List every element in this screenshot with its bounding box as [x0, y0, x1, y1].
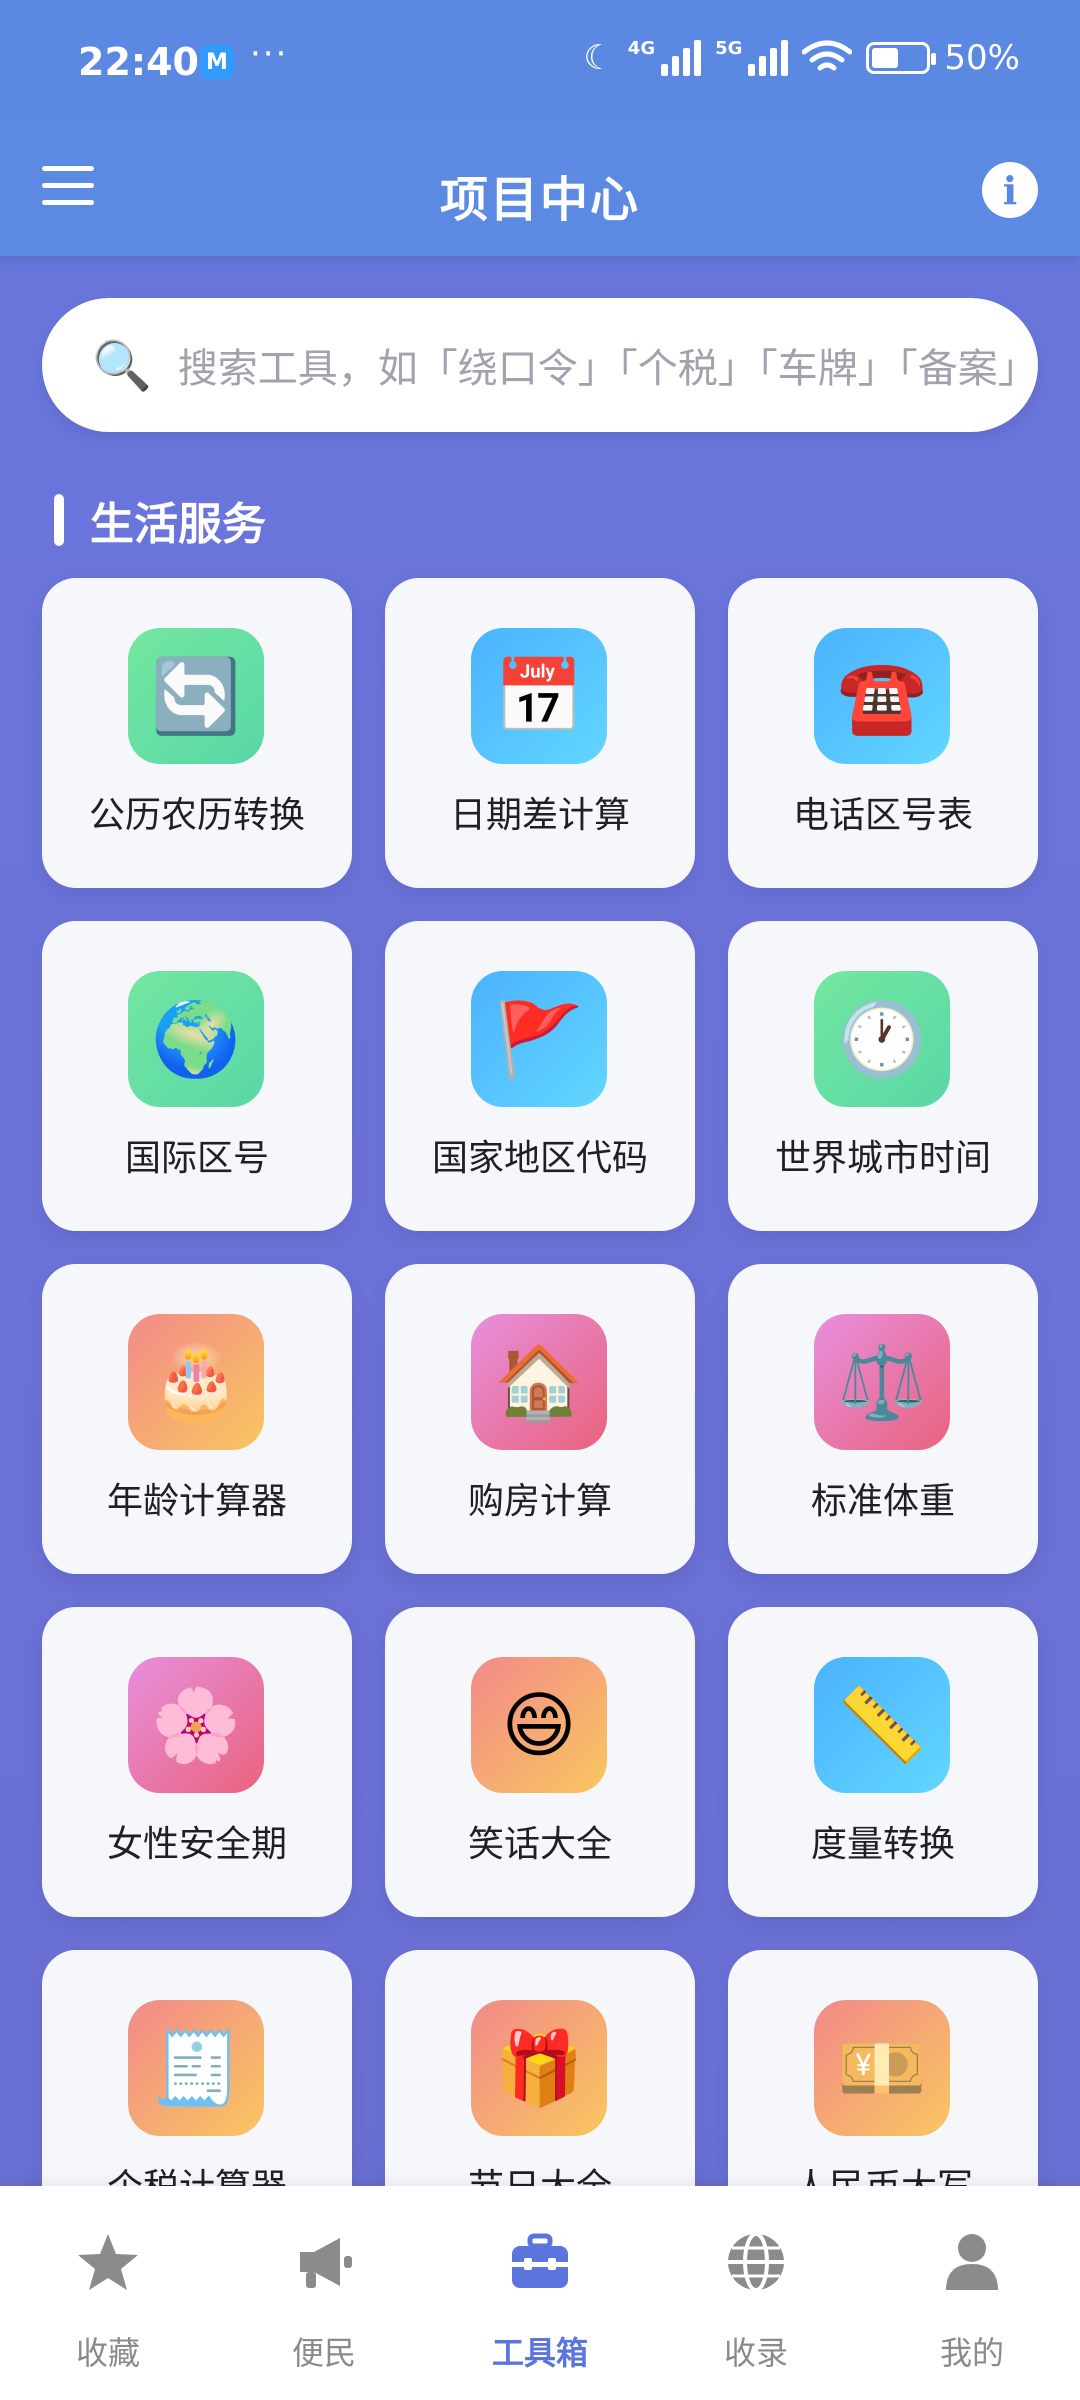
- tool-label: 日期差计算: [449, 795, 630, 836]
- network-4g-label: 4G: [627, 38, 656, 59]
- smile-icon: 😄: [471, 1657, 607, 1793]
- tool-card[interactable]: 🔄 公历农历转换: [42, 578, 352, 888]
- battery-percent: 50%: [944, 38, 1020, 78]
- telephone-icon: ☎️: [814, 628, 950, 764]
- tool-label: 标准体重: [810, 1481, 955, 1522]
- tab-3[interactable]: 工具箱: [432, 2186, 648, 2400]
- tab-5[interactable]: 我的: [864, 2186, 1080, 2400]
- info-icon[interactable]: i: [982, 162, 1038, 218]
- nav-bar: 项目中心 i: [0, 130, 1080, 256]
- globe-icon: 🌍: [128, 971, 264, 1107]
- tool-card[interactable]: 🕐 世界城市时间: [728, 921, 1038, 1231]
- tab-4[interactable]: 收录: [648, 2186, 864, 2400]
- person-icon: [940, 2230, 1004, 2294]
- globe-icon: [724, 2230, 788, 2294]
- tab-label: 收录: [723, 2334, 788, 2372]
- tool-card[interactable]: 📏 度量转换: [728, 1607, 1038, 1917]
- app-notification-icon: M: [200, 45, 234, 79]
- blossom-icon: 🌸: [128, 1657, 264, 1793]
- moon-icon: ☾: [583, 38, 614, 78]
- search-icon: 🔍: [92, 337, 152, 394]
- status-right: ☾ 4G 5G 50%: [583, 38, 1020, 78]
- flag-icon: 🚩: [471, 971, 607, 1107]
- house-icon: 🏠: [471, 1314, 607, 1450]
- tool-card[interactable]: 📅 日期差计算: [385, 578, 695, 888]
- tool-card[interactable]: 🌍 国际区号: [42, 921, 352, 1231]
- signal-5g-icon: [748, 40, 789, 76]
- tool-label: 笑话大全: [467, 1824, 612, 1865]
- tab-label: 便民: [291, 2334, 356, 2372]
- tool-card[interactable]: ⚖️ 标准体重: [728, 1264, 1038, 1574]
- scale-icon: ⚖️: [814, 1314, 950, 1450]
- tool-label: 公历农历转换: [88, 795, 305, 836]
- tool-card[interactable]: 😄 笑话大全: [385, 1607, 695, 1917]
- status-time: 22:40: [78, 40, 199, 84]
- bottom-tab-bar: 收藏 便民 工具箱 收录 我的: [0, 2186, 1080, 2400]
- tool-label: 度量转换: [810, 1824, 955, 1865]
- page-title: 项目中心: [439, 172, 640, 228]
- star-icon: [76, 2230, 140, 2294]
- gift-icon: 🎁: [471, 2000, 607, 2136]
- status-bar: 22:40 M ··· ☾ 4G 5G 50%: [0, 0, 1080, 130]
- search-placeholder[interactable]: 搜索工具，如「绕口令」「个税」「车牌」「备案」: [178, 336, 1038, 394]
- tab-label: 我的: [939, 2334, 1004, 2372]
- tool-card[interactable]: 🚩 国家地区代码: [385, 921, 695, 1231]
- convert-arrows-icon: 🔄: [128, 628, 264, 764]
- tool-card[interactable]: 🎂 年龄计算器: [42, 1264, 352, 1574]
- top-header: 22:40 M ··· ☾ 4G 5G 50% 项目中心 i: [0, 0, 1080, 256]
- tool-label: 国家地区代码: [431, 1138, 648, 1179]
- tool-label: 国际区号: [124, 1138, 269, 1179]
- toolbox-icon: [508, 2230, 572, 2294]
- section-title: 生活服务: [90, 499, 266, 550]
- tab-2[interactable]: 便民: [216, 2186, 432, 2400]
- more-notifications-icon: ···: [250, 34, 289, 74]
- section-header: 生活服务: [54, 490, 266, 550]
- yen-banknote-icon: 💴: [814, 2000, 950, 2136]
- tool-card[interactable]: 🏠 购房计算: [385, 1264, 695, 1574]
- tab-label: 收藏: [75, 2334, 140, 2372]
- megaphone-icon: [292, 2230, 356, 2294]
- search-bar[interactable]: 🔍 搜索工具，如「绕口令」「个税」「车牌」「备案」: [42, 298, 1038, 432]
- receipt-icon: 🧾: [128, 2000, 264, 2136]
- tool-label: 购房计算: [467, 1481, 612, 1522]
- clock-icon: 🕐: [814, 971, 950, 1107]
- ruler-icon: 📏: [814, 1657, 950, 1793]
- tab-label: 工具箱: [491, 2334, 588, 2372]
- tool-card[interactable]: ☎️ 电话区号表: [728, 578, 1038, 888]
- tool-label: 电话区号表: [792, 795, 973, 836]
- battery-icon: [866, 42, 937, 74]
- tool-label: 年龄计算器: [106, 1481, 287, 1522]
- wifi-icon: [802, 40, 853, 71]
- network-5g-label: 5G: [715, 38, 743, 59]
- calendar-icon: 📅: [471, 628, 607, 764]
- tab-1[interactable]: 收藏: [0, 2186, 216, 2400]
- tool-label: 女性安全期: [106, 1824, 287, 1865]
- signal-4g-icon: [661, 40, 702, 76]
- tool-card[interactable]: 🌸 女性安全期: [42, 1607, 352, 1917]
- birthday-cake-icon: 🎂: [128, 1314, 264, 1450]
- section-accent-bar: [54, 494, 64, 546]
- tool-label: 世界城市时间: [774, 1138, 991, 1179]
